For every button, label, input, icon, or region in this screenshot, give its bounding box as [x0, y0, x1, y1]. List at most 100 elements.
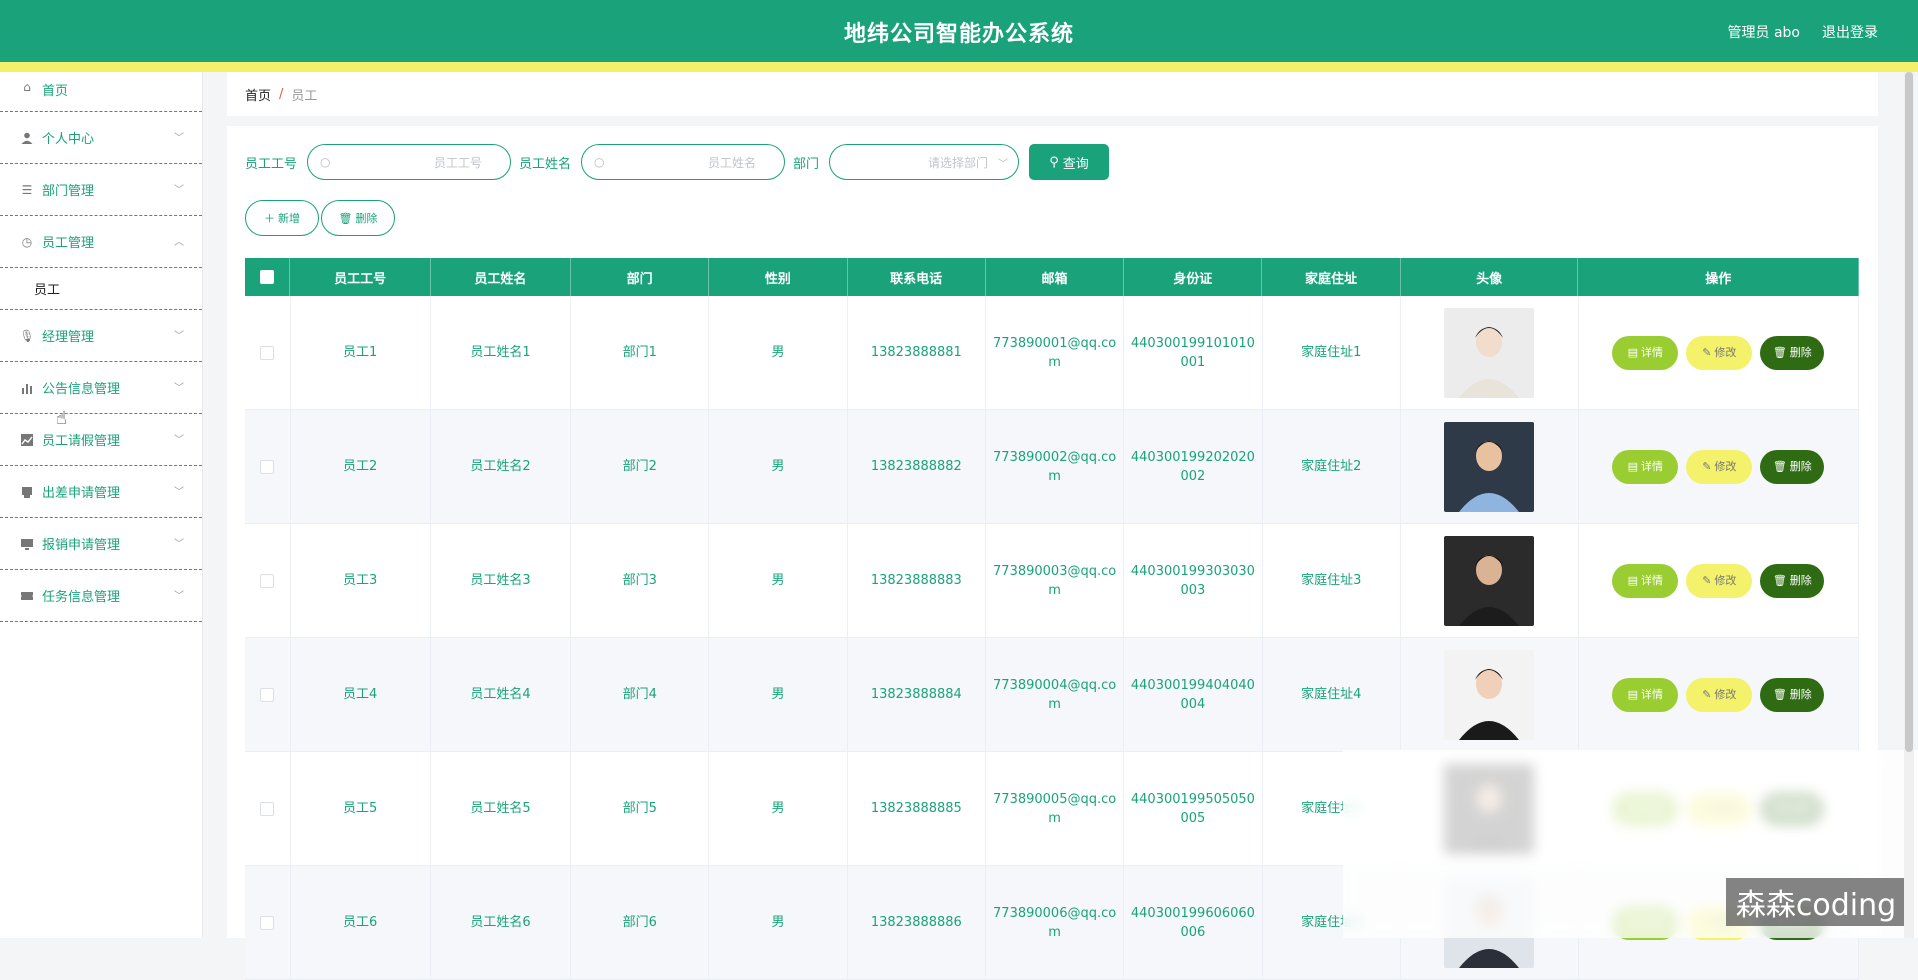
cell-idcard: 440300199202020002: [1124, 410, 1263, 523]
page-scrollbar[interactable]: [1904, 72, 1914, 938]
search-icon: ⚲: [1049, 154, 1059, 170]
sidebar-subitem-label: 员工: [34, 283, 61, 298]
edit-button[interactable]: ✎修改: [1686, 563, 1753, 598]
sidebar-item-leave[interactable]: 员工请假管理 ﹀: [0, 414, 202, 466]
add-button[interactable]: ＋ 新增: [245, 200, 319, 236]
sidebar-item-notices[interactable]: 公告信息管理 ﹀: [0, 362, 202, 414]
dept-label: 部门: [793, 156, 820, 172]
column-header: 部门: [571, 258, 710, 296]
sidebar-item-tasks[interactable]: 任务信息管理 ﹀: [0, 570, 202, 622]
sidebar-item-label: 经理管理: [42, 330, 95, 345]
search-icon: ○: [320, 155, 331, 169]
cell-email: 773890003@qq.com: [986, 524, 1125, 637]
edit-button[interactable]: ✎修改: [1686, 677, 1753, 712]
delete-button[interactable]: 🗑删除: [1760, 335, 1825, 370]
select-all-cell: [245, 258, 291, 296]
column-header: 性别: [709, 258, 848, 296]
breadcrumb-separator: /: [279, 86, 284, 102]
list-icon: ☰: [21, 182, 33, 197]
cell-email: 773890006@qq.com: [986, 866, 1125, 979]
emp-name-input[interactable]: ○ 员工姓名: [581, 144, 786, 180]
delete-button-label: 删除: [1789, 346, 1812, 359]
avatar[interactable]: [1444, 421, 1535, 512]
top-header: 地纬公司智能办公系统 管理员 abo 退出登录: [0, 0, 1918, 62]
sidebar-item-label: 报销申请管理: [42, 538, 121, 553]
detail-button[interactable]: ▤详情: [1612, 677, 1679, 712]
delete-button[interactable]: 🗑删除: [1760, 677, 1825, 712]
emp-no-placeholder: 员工工号: [434, 155, 483, 170]
sidebar-item-profile[interactable]: 个人中心 ﹀: [0, 112, 202, 164]
cell-address: 家庭住址1: [1263, 296, 1401, 409]
search-bar: 员工工号 ○ 员工工号 员工姓名 ○ 员工姓名 部门 请选择部门 ﹀ ⚲ 查询: [245, 144, 1110, 180]
cell-actions: ▤详情 ✎修改 🗑删除: [1579, 524, 1859, 637]
row-select-cell: [245, 752, 291, 865]
sidebar-item-label: 部门管理: [42, 184, 95, 199]
cell-dept: 部门2: [571, 410, 710, 523]
add-button-label: 新增: [278, 212, 300, 225]
avatar[interactable]: [1444, 307, 1535, 398]
logout-link[interactable]: 退出登录: [1822, 22, 1878, 42]
sidebar-subitem-employee[interactable]: 员工: [0, 268, 202, 310]
detail-button[interactable]: ▤详情: [1612, 335, 1679, 370]
avatar[interactable]: [1444, 535, 1535, 626]
edit-button-label: 修改: [1714, 688, 1737, 701]
chevron-down-icon: ﹀: [174, 184, 184, 196]
document-icon: ▤: [1627, 460, 1639, 473]
row-checkbox[interactable]: [260, 573, 275, 588]
sidebar-item-employees[interactable]: ◷ 员工管理 ︿: [0, 216, 202, 268]
detail-button-label: 详情: [1641, 688, 1664, 701]
sidebar-item-reimbursement[interactable]: 报销申请管理 ﹀: [0, 518, 202, 570]
cell-avatar: [1401, 524, 1579, 637]
column-header: 员工工号: [290, 258, 431, 296]
plus-icon: ＋: [264, 212, 275, 225]
edit-button-label: 修改: [1714, 460, 1737, 473]
edit-button[interactable]: ✎修改: [1686, 449, 1753, 484]
table-row: 员工2 员工姓名2 部门2 男 13823888882 773890002@qq…: [245, 410, 1859, 524]
breadcrumb: 首页 / 员工: [227, 72, 1878, 116]
sidebar-item-managers[interactable]: 🎙 经理管理 ﹀: [0, 310, 202, 362]
delete-button-label: 删除: [1789, 460, 1812, 473]
cell-emp-no: 员工6: [291, 866, 431, 979]
edit-button-label: 修改: [1714, 574, 1737, 587]
row-checkbox[interactable]: [260, 687, 275, 702]
detail-button-label: 详情: [1641, 460, 1664, 473]
printer-icon: [20, 485, 34, 499]
cell-emp-no: 员工1: [291, 296, 431, 409]
chevron-down-icon: ﹀: [174, 382, 184, 394]
query-button[interactable]: ⚲ 查询: [1029, 144, 1110, 180]
avatar[interactable]: [1444, 649, 1535, 740]
sidebar-item-home[interactable]: ⌂ 首页: [0, 72, 202, 112]
delete-button[interactable]: 🗑删除: [1760, 563, 1825, 598]
detail-button[interactable]: ▤详情: [1612, 563, 1679, 598]
chevron-up-icon: ︿: [174, 236, 184, 248]
watermark: 森森coding: [1726, 878, 1906, 926]
breadcrumb-home[interactable]: 首页: [245, 85, 271, 104]
dept-select[interactable]: 请选择部门 ﹀: [829, 144, 1020, 180]
row-checkbox[interactable]: [260, 915, 275, 930]
scrollbar-thumb[interactable]: [1905, 72, 1913, 752]
row-checkbox[interactable]: [260, 801, 275, 816]
cell-emp-no: 员工4: [291, 638, 431, 751]
sidebar-item-business-trip[interactable]: 出差申请管理 ﹀: [0, 466, 202, 518]
row-select-cell: [245, 296, 291, 409]
batch-delete-button[interactable]: 🗑 删除: [321, 200, 395, 236]
current-user-label[interactable]: 管理员 abo: [1728, 22, 1800, 42]
cell-email: 773890001@qq.com: [986, 296, 1125, 409]
cell-idcard: 440300199303030003: [1124, 524, 1263, 637]
select-all-checkbox[interactable]: [260, 270, 275, 284]
sidebar-item-label: 首页: [42, 84, 69, 99]
detail-button[interactable]: ▤详情: [1612, 449, 1679, 484]
cell-gender: 男: [709, 410, 848, 523]
delete-button-label: 删除: [1789, 574, 1812, 587]
row-checkbox[interactable]: [260, 459, 275, 474]
cell-gender: 男: [709, 524, 848, 637]
trash-icon: 🗑: [1772, 688, 1787, 701]
pencil-icon: ✎: [1702, 346, 1712, 359]
edit-button[interactable]: ✎修改: [1686, 335, 1753, 370]
sidebar-item-departments[interactable]: ☰ 部门管理 ﹀: [0, 164, 202, 216]
emp-no-input[interactable]: ○ 员工工号: [307, 144, 512, 180]
home-icon: ⌂: [23, 80, 31, 94]
row-checkbox[interactable]: [260, 345, 275, 360]
pencil-icon: ✎: [1702, 688, 1712, 701]
delete-button[interactable]: 🗑删除: [1760, 449, 1825, 484]
